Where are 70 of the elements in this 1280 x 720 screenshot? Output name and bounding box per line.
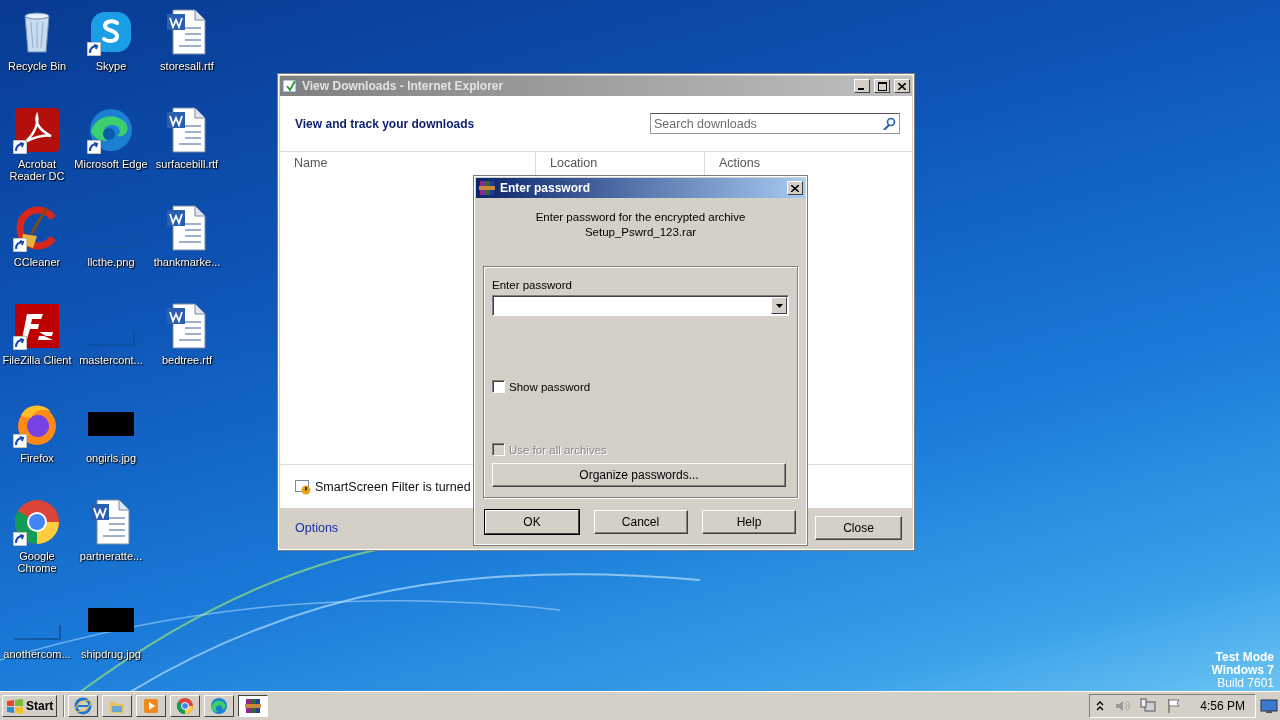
maximize-button[interactable] bbox=[874, 79, 890, 93]
options-link[interactable]: Options bbox=[295, 521, 339, 535]
column-header[interactable]: Name bbox=[280, 152, 535, 176]
show-desktop-icon[interactable] bbox=[1260, 698, 1278, 714]
system-notice: Test Mode bbox=[1215, 651, 1274, 664]
desktop-icon-label[interactable]: CCleaner bbox=[13, 256, 61, 268]
chevron-up-icon[interactable] bbox=[1096, 701, 1105, 711]
desktop-icon-label[interactable]: Acrobat Reader DC bbox=[9, 158, 65, 182]
desktop-icon-label[interactable]: Recycle Bin bbox=[7, 60, 67, 72]
maximize-icon bbox=[877, 81, 887, 91]
start-button[interactable]: Start bbox=[2, 695, 58, 717]
organize-passwords-button[interactable]: Organize passwords... bbox=[492, 463, 786, 487]
close-button[interactable]: Close bbox=[815, 516, 902, 540]
dialog-message: Enter password for the encrypted archive Setup_Pswrd_123.rar bbox=[534, 210, 747, 240]
archive-app-icon bbox=[244, 697, 263, 715]
search-icon[interactable] bbox=[883, 117, 896, 130]
system-notice: Build 7601 bbox=[1217, 677, 1274, 690]
clock[interactable]: 4:56 PM bbox=[1200, 699, 1245, 713]
dialog-button[interactable]: Cancel bbox=[593, 510, 688, 534]
desktop-icon-label[interactable]: shipdrug.jpg bbox=[81, 648, 141, 660]
minimize-button[interactable] bbox=[854, 79, 870, 93]
desktop-icon-label[interactable]: llcthe.png bbox=[87, 256, 135, 268]
browser-icon bbox=[13, 498, 61, 546]
image-thumbnail-icon bbox=[87, 330, 135, 346]
archive-app-icon bbox=[478, 179, 496, 197]
image-thumbnail-icon bbox=[13, 624, 61, 640]
desktop-icon-label[interactable]: thankmarke... bbox=[153, 256, 221, 268]
browser-icon bbox=[210, 697, 229, 715]
dialog-title: Enter password bbox=[500, 181, 592, 195]
smartscreen-message: SmartScreen Filter is turned bbox=[315, 479, 471, 494]
taskbar-app-button[interactable] bbox=[238, 695, 269, 717]
close-icon bbox=[898, 82, 906, 90]
desktop-icon-label[interactable]: anothercom... bbox=[3, 648, 71, 660]
desktop-icon-label[interactable]: Firefox bbox=[20, 452, 54, 464]
flag-icon[interactable] bbox=[1166, 698, 1183, 714]
ftp-client-icon bbox=[13, 302, 61, 350]
desktop-icon-label[interactable]: Skype bbox=[95, 60, 127, 72]
pdf-icon bbox=[13, 106, 61, 154]
dropdown-button[interactable] bbox=[771, 297, 787, 314]
close-button[interactable] bbox=[894, 79, 910, 93]
checkbox-label: Use for all archives bbox=[509, 443, 607, 456]
desktop-icon-label[interactable]: Google Chrome bbox=[17, 550, 57, 574]
desktop-icon-label[interactable]: Microsoft Edge bbox=[74, 158, 148, 170]
field-label: Enter password bbox=[492, 279, 573, 291]
caret-icon bbox=[775, 303, 783, 308]
browser-icon bbox=[176, 697, 195, 715]
search-field[interactable]: Search downloads bbox=[650, 113, 900, 134]
checkbox[interactable] bbox=[492, 380, 505, 393]
close-icon bbox=[791, 184, 799, 192]
media-player-icon bbox=[142, 697, 161, 715]
desktop-icon-label[interactable]: mastercont... bbox=[79, 354, 143, 366]
password-field[interactable] bbox=[492, 295, 789, 316]
browser-icon bbox=[74, 697, 93, 715]
desktop-icon-label[interactable]: surfacebill.rtf bbox=[155, 158, 219, 170]
checkbox-label: Show password bbox=[509, 380, 591, 393]
dialog-button[interactable]: Help bbox=[702, 510, 796, 534]
desktop-icon-label[interactable]: ongirls.jpg bbox=[85, 452, 137, 464]
page-heading: View and track your downloads bbox=[295, 116, 475, 131]
desktop-icon-label[interactable]: partneratte... bbox=[79, 550, 143, 562]
network-icon[interactable] bbox=[1140, 698, 1157, 714]
browser-icon bbox=[87, 106, 135, 154]
desktop-icon-label[interactable]: storesall.rtf bbox=[160, 60, 214, 72]
close-button[interactable] bbox=[787, 181, 803, 195]
desktop-icon-label[interactable]: FileZilla Client bbox=[2, 354, 72, 366]
window-title: View Downloads - Internet Explorer bbox=[302, 79, 505, 93]
dialog-button[interactable]: OK bbox=[485, 510, 579, 534]
system-notice: Windows 7 bbox=[1211, 664, 1274, 677]
shield-warning-icon bbox=[295, 478, 311, 495]
desktop-icon-label[interactable]: bedtree.rtf bbox=[161, 354, 213, 366]
windows-logo-icon bbox=[6, 698, 24, 714]
